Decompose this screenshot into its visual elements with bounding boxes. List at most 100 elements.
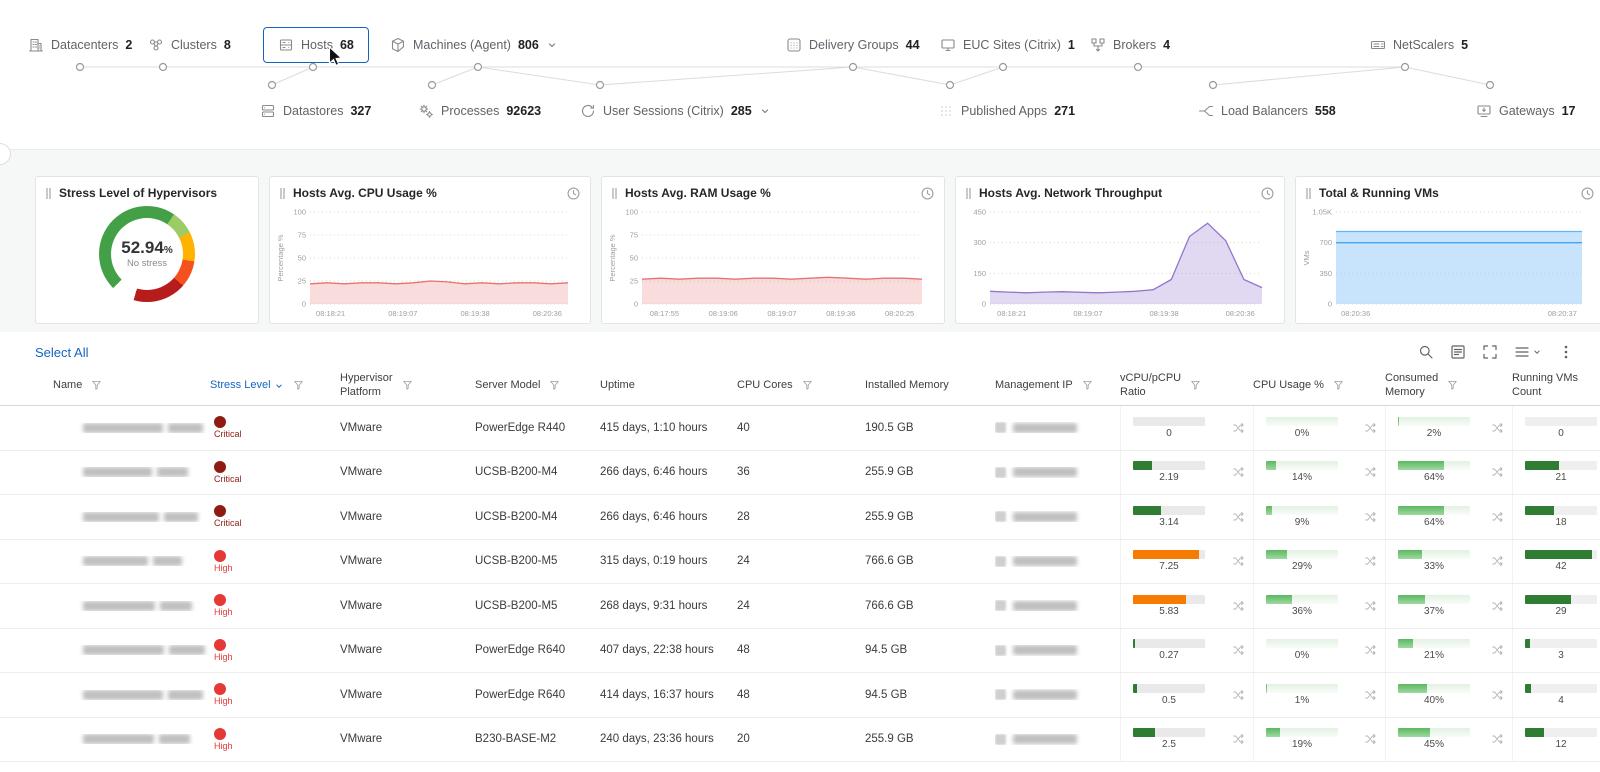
- svg-text:100: 100: [625, 208, 638, 217]
- columns-icon[interactable]: [1514, 344, 1542, 360]
- consumed-memory-value: 64%: [1423, 516, 1444, 528]
- consumed-memory-bar: [1398, 550, 1470, 560]
- column-header-cpu-usage[interactable]: CPU Usage %: [1253, 379, 1385, 393]
- redacted-name: [168, 422, 203, 433]
- compare-icon[interactable]: [1365, 689, 1377, 701]
- table-row[interactable]: Critical VMware UCSB-B200-M4 266 days, 6:46…: [0, 450, 1600, 495]
- running-vms-bar: [1525, 550, 1597, 560]
- table-row[interactable]: High VMware PowerEdge R640 414 days, 16:37 …: [0, 673, 1600, 718]
- node-label: User Sessions (Citrix): [603, 104, 724, 118]
- column-header-running-vms-count[interactable]: Running VMs Count: [1512, 372, 1600, 400]
- redacted-ip: [1013, 556, 1077, 567]
- redacted-name: [83, 467, 152, 478]
- compare-icon[interactable]: [1233, 600, 1245, 612]
- table-row[interactable]: High VMware UCSB-B200-M5 315 days, 0:19 hou…: [0, 539, 1600, 584]
- compare-icon[interactable]: [1492, 511, 1504, 523]
- fullscreen-icon[interactable]: [1482, 344, 1498, 360]
- compare-icon[interactable]: [1233, 422, 1245, 434]
- topology-node-user-sessions-citrix[interactable]: User Sessions (Citrix) 285: [580, 96, 771, 126]
- column-header-consumed-memory[interactable]: Consumed Memory: [1385, 372, 1512, 400]
- filter-icon[interactable]: [1190, 380, 1201, 391]
- compare-icon[interactable]: [1492, 555, 1504, 567]
- filter-icon[interactable]: [402, 380, 413, 391]
- column-header-name[interactable]: Name: [35, 379, 210, 393]
- clock-icon[interactable]: [1260, 186, 1275, 201]
- cell-name: [35, 467, 210, 478]
- table-row[interactable]: Critical VMware UCSB-B200-M4 266 days, 6:46…: [0, 495, 1600, 540]
- topology-node-machines-agent[interactable]: Machines (Agent) 806: [390, 30, 558, 60]
- ratio-bar: [1133, 639, 1205, 649]
- kebab-menu-icon[interactable]: [1558, 344, 1574, 360]
- compare-icon[interactable]: [1492, 422, 1504, 434]
- chevron-down-icon[interactable]: [759, 105, 771, 117]
- topology-node-hosts[interactable]: Hosts 68: [263, 27, 369, 63]
- filter-icon[interactable]: [293, 380, 304, 391]
- running-vms-value: 0: [1558, 427, 1564, 439]
- filter-icon[interactable]: [91, 380, 102, 391]
- compare-icon[interactable]: [1492, 600, 1504, 612]
- compare-icon[interactable]: [1365, 466, 1377, 478]
- filter-icon[interactable]: [1333, 380, 1344, 391]
- table-row[interactable]: Critical VMware PowerEdge R440 415 days, 1:…: [0, 406, 1600, 451]
- topology-node-netscalers[interactable]: NetScalers 5: [1370, 30, 1469, 60]
- column-header-management-ip[interactable]: Management IP: [995, 379, 1120, 393]
- redacted-name: [83, 422, 163, 433]
- table-row[interactable]: High VMware UCSB-B200-M5 268 days, 9:31 hou…: [0, 584, 1600, 629]
- compare-icon[interactable]: [1233, 689, 1245, 701]
- compare-icon[interactable]: [1365, 511, 1377, 523]
- svg-text:08:19:36: 08:19:36: [826, 309, 855, 318]
- compare-icon[interactable]: [1365, 600, 1377, 612]
- compare-icon[interactable]: [1492, 733, 1504, 745]
- compare-icon[interactable]: [1365, 644, 1377, 656]
- redacted-name: [159, 734, 190, 745]
- search-icon[interactable]: [1418, 344, 1434, 360]
- chevron-down-icon[interactable]: [546, 39, 558, 51]
- clock-icon[interactable]: [920, 186, 935, 201]
- compare-icon[interactable]: [1233, 466, 1245, 478]
- filter-icon[interactable]: [1082, 380, 1093, 391]
- filter-icon[interactable]: [1447, 380, 1458, 391]
- topology-node-published-apps[interactable]: Published Apps 271: [938, 96, 1076, 126]
- topology-node-load-balancers[interactable]: Load Balancers 558: [1198, 96, 1336, 126]
- topology-node-brokers[interactable]: Brokers 4: [1090, 30, 1171, 60]
- filter-icon[interactable]: [802, 380, 813, 391]
- consumed-memory-bar: [1398, 461, 1470, 471]
- topology-node-gateways[interactable]: Gateways 17: [1476, 96, 1576, 126]
- column-header-uptime[interactable]: Uptime: [600, 379, 737, 393]
- column-header-server-model[interactable]: Server Model: [475, 379, 600, 393]
- card-title: Stress Level of Hypervisors: [59, 186, 218, 200]
- topology-node-clusters[interactable]: Clusters 8: [148, 30, 231, 60]
- compare-icon[interactable]: [1233, 733, 1245, 745]
- topology-node-delivery-groups[interactable]: Delivery Groups 44: [786, 30, 920, 60]
- compare-icon[interactable]: [1492, 644, 1504, 656]
- svg-text:Percentage %: Percentage %: [608, 234, 617, 281]
- table-row[interactable]: High VMware PowerEdge R640 407 days, 22:38 …: [0, 628, 1600, 673]
- running-vms-bar: [1525, 461, 1597, 471]
- compare-icon[interactable]: [1233, 511, 1245, 523]
- column-header-hypervisor-platform[interactable]: Hypervisor Platform: [340, 372, 475, 400]
- compare-icon[interactable]: [1233, 555, 1245, 567]
- column-header-cpu-cores[interactable]: CPU Cores: [737, 379, 865, 393]
- compare-icon[interactable]: [1233, 644, 1245, 656]
- topology-node-datacenters[interactable]: Datacenters 2: [28, 30, 133, 60]
- clock-icon[interactable]: [1580, 186, 1595, 201]
- compare-icon[interactable]: [1492, 689, 1504, 701]
- topology-node-euc-sites-citrix[interactable]: EUC Sites (Citrix) 1: [940, 30, 1075, 60]
- filter-icon[interactable]: [549, 380, 560, 391]
- compare-icon[interactable]: [1365, 555, 1377, 567]
- topology-node-datastores[interactable]: Datastores 327: [260, 96, 372, 126]
- cell-stress-level: High: [210, 594, 340, 617]
- column-header-installed-memory[interactable]: Installed Memory: [865, 379, 995, 393]
- topology-node-processes[interactable]: Processes 92623: [418, 96, 542, 126]
- table-row[interactable]: High VMware B230-BASE-M2 240 days, 23:36 ho…: [0, 717, 1600, 762]
- running-vms-value: 29: [1555, 605, 1567, 617]
- column-header-stress-level[interactable]: Stress Level: [210, 379, 340, 393]
- compare-icon[interactable]: [1365, 422, 1377, 434]
- redacted-name: [160, 600, 192, 611]
- report-icon[interactable]: [1450, 344, 1466, 360]
- compare-icon[interactable]: [1492, 466, 1504, 478]
- clock-icon[interactable]: [566, 186, 581, 201]
- column-header-vcpu-pcpu-ratio[interactable]: vCPU/pCPU Ratio: [1120, 372, 1253, 400]
- compare-icon[interactable]: [1365, 733, 1377, 745]
- select-all-link[interactable]: Select All: [35, 345, 88, 360]
